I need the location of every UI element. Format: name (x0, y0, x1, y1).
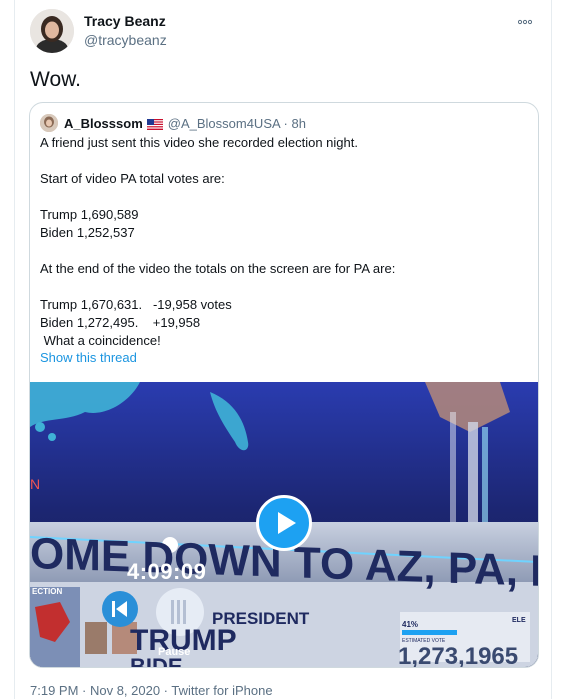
quoted-text: A friend just sent this video she record… (40, 135, 396, 348)
video-election-label: ECTION (32, 587, 62, 596)
us-flag-icon (146, 118, 163, 130)
tweet-text: Wow. (30, 68, 81, 91)
show-thread-link[interactable]: Show this thread (40, 350, 137, 365)
author-avatar[interactable] (30, 9, 74, 53)
author-handle[interactable]: @tracybeanz (84, 32, 167, 48)
video-pause-label: Pause (158, 646, 190, 658)
tweet-timestamp[interactable]: 7:19 PM · Nov 8, 2020 · Twitter for iPho… (30, 683, 273, 698)
more-dots-icon[interactable] (517, 12, 533, 28)
video-pct-label: 41% (402, 620, 418, 629)
quoted-header: A_Blosssom @A_Blossom4USA · 8h (40, 114, 306, 132)
author-name[interactable]: Tracy Beanz (84, 13, 166, 29)
quoted-avatar[interactable] (40, 114, 58, 132)
video-count-label: 1,273,1965 (398, 643, 518, 667)
quoted-author-name[interactable]: A_Blosssom (64, 116, 143, 131)
quoted-tweet[interactable]: A_Blosssom @A_Blossom4USA · 8h A friend … (29, 102, 539, 668)
video-left-tag: N (30, 476, 40, 492)
quoted-handle-time[interactable]: @A_Blossom4USA · 8h (168, 116, 306, 131)
video-corner-label: ELE (512, 617, 526, 624)
play-icon[interactable] (256, 495, 312, 551)
video-player[interactable]: OME DOWN TO AZ, PA, MI, N ECTION PRESIDE… (30, 382, 538, 667)
video-time-readout: 4:09:09 (127, 559, 207, 584)
